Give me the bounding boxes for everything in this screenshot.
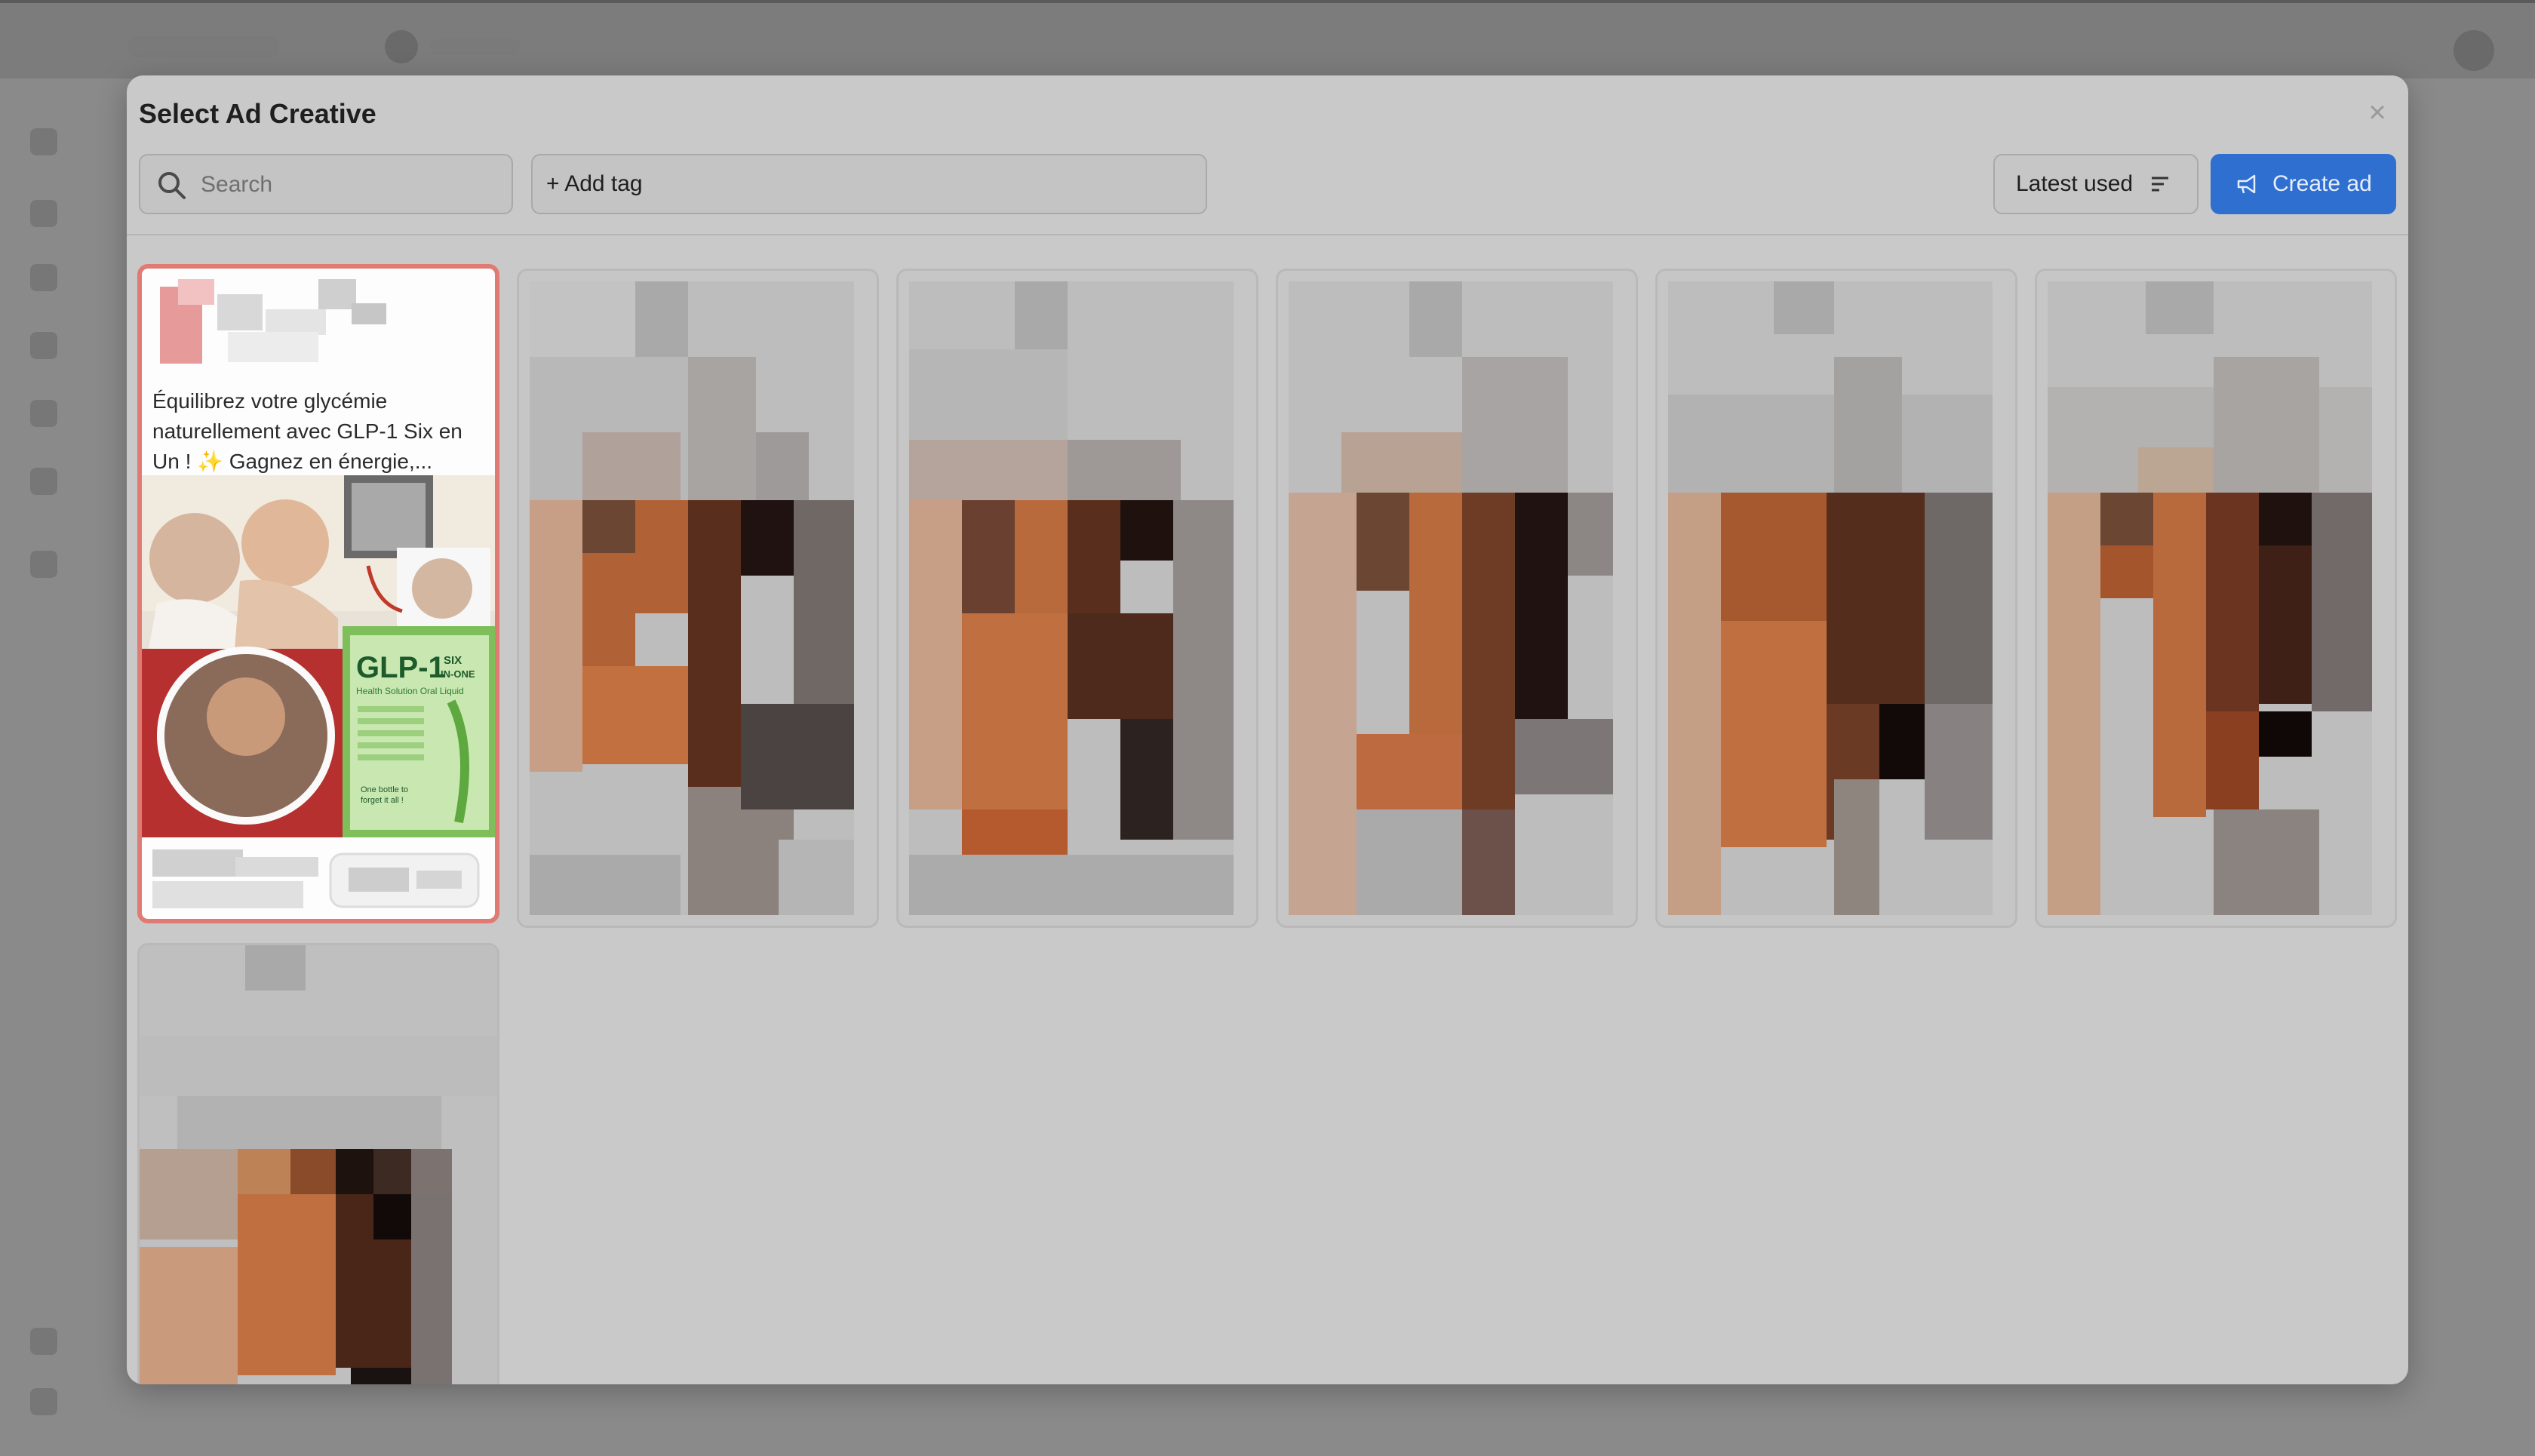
select-ad-creative-modal: Select Ad Creative × + Add tag Latest us…	[127, 75, 2408, 1384]
product-slogan-line2: forget it all !	[361, 796, 404, 805]
creative-thumbnail-blurred	[2048, 281, 2372, 915]
background-sidebar-icon	[30, 264, 57, 291]
search-input[interactable]	[199, 155, 504, 214]
background-label	[430, 39, 521, 54]
background-sidebar-icon	[30, 551, 57, 578]
sort-label: Latest used	[2016, 171, 2134, 196]
create-ad-button[interactable]: Create ad	[2211, 154, 2396, 214]
search-field[interactable]	[139, 154, 513, 214]
creative-card-selected[interactable]: Équilibrez votre glycémie naturellement …	[137, 264, 499, 923]
product-slogan-line1: One bottle to	[361, 785, 408, 794]
product-name: GLP-1	[356, 651, 445, 684]
background-sidebar-icon	[30, 468, 57, 495]
creative-thumbnail-blurred	[530, 281, 854, 915]
product-tagline-top: SIX	[444, 654, 462, 667]
creative-thumbnail-blurred	[1668, 281, 1993, 915]
create-ad-label: Create ad	[2272, 171, 2372, 196]
sort-button[interactable]: Latest used	[1993, 154, 2199, 214]
background-sidebar-icon	[30, 400, 57, 427]
background-topbar	[0, 0, 2535, 78]
creative-card[interactable]	[2035, 269, 2397, 928]
ad-image: GLP-1 SIX IN-ONE Health Solution Oral Li…	[142, 475, 495, 837]
creative-card[interactable]	[517, 269, 879, 928]
background-sidebar-icon	[30, 200, 57, 227]
background-sidebar-icon	[30, 1328, 57, 1355]
creative-thumbnail-blurred	[1289, 281, 1613, 915]
sort-lines-icon	[2152, 177, 2168, 192]
search-icon	[158, 172, 186, 199]
ad-footer-blurred	[152, 849, 480, 908]
ad-primary-text: Équilibrez votre glycémie naturellement …	[152, 389, 462, 473]
brand-header-blurred	[160, 279, 386, 364]
background-avatar	[385, 30, 418, 63]
background-breadcrumb	[128, 36, 279, 57]
megaphone-icon	[2237, 174, 2256, 194]
modal-title: Select Ad Creative	[139, 98, 376, 129]
close-icon[interactable]: ×	[2360, 95, 2395, 130]
creative-card[interactable]	[137, 943, 499, 1384]
product-tagline-bottom: IN-ONE	[441, 668, 475, 680]
creative-thumbnail-blurred	[909, 281, 1234, 915]
toolbar-divider	[127, 234, 2408, 235]
background-sidebar-icon	[30, 128, 57, 155]
product-subtitle: Health Solution Oral Liquid	[356, 686, 464, 696]
background-profile	[2454, 30, 2494, 71]
background-sidebar-icon	[30, 1388, 57, 1415]
creative-card[interactable]	[1655, 269, 2017, 928]
creative-card[interactable]	[1276, 269, 1638, 928]
add-tag-field[interactable]: + Add tag	[531, 154, 1207, 214]
creative-card[interactable]	[896, 269, 1258, 928]
creative-thumbnail-blurred	[140, 945, 497, 1384]
background-sidebar-icon	[30, 332, 57, 359]
